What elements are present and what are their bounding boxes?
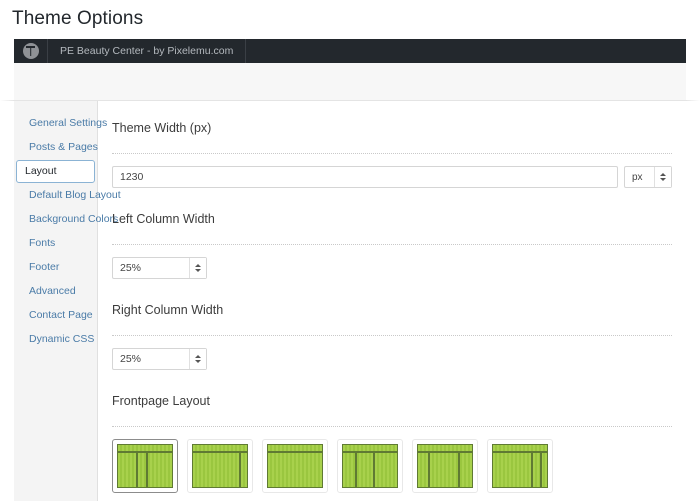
frontpage-layout-layout-option-5[interactable] <box>412 439 478 493</box>
theme-width-input[interactable] <box>112 166 618 188</box>
left-column-width-label: Left Column Width <box>112 212 215 226</box>
wordpress-logo-icon <box>22 43 39 59</box>
layout-preview-icon <box>342 444 398 488</box>
frontpage-layout-layout-option-1[interactable] <box>112 439 178 493</box>
divider <box>112 244 672 245</box>
layout-preview-icon <box>267 444 323 488</box>
field-frontpage-layout: Frontpage Layout <box>112 394 672 493</box>
stepper-arrows-icon[interactable] <box>189 349 206 369</box>
stepper-arrows-icon[interactable] <box>654 167 671 187</box>
sidebar-item-dynamic-css[interactable]: Dynamic CSS <box>18 328 94 351</box>
divider <box>112 335 672 336</box>
frontpage-layout-layout-option-3[interactable] <box>262 439 328 493</box>
field-theme-width: Theme Width (px) px <box>112 121 672 188</box>
sidebar-item-footer[interactable]: Footer <box>18 256 93 279</box>
sidebar-item-background-colors[interactable]: Background Colors <box>18 208 118 231</box>
layout-preview-icon <box>417 444 473 488</box>
right-column-width-select[interactable]: 25% <box>112 348 207 370</box>
adminbar-site-name[interactable]: PE Beauty Center - by Pixelemu.com <box>48 39 247 63</box>
select-value: 25% <box>120 353 142 365</box>
divider <box>112 153 672 154</box>
sidebar-item-fonts[interactable]: Fonts <box>18 232 93 255</box>
theme-width-unit-select[interactable]: px <box>624 166 672 188</box>
frontpage-layout-options <box>112 439 672 493</box>
toolbar-strip <box>0 63 700 101</box>
layout-preview-icon <box>117 444 173 488</box>
admin-bar: PE Beauty Center - by Pixelemu.com <box>0 39 700 63</box>
layout-preview-icon <box>492 444 548 488</box>
frontpage-layout-layout-option-2[interactable] <box>187 439 253 493</box>
sidebar-item-default-blog-layout[interactable]: Default Blog Layout <box>18 184 121 207</box>
theme-width-label: Theme Width (px) <box>112 121 212 135</box>
sidebar-item-layout[interactable]: Layout <box>16 160 95 183</box>
field-left-column-width: Left Column Width 25% <box>112 212 672 279</box>
unit-value: px <box>632 171 643 183</box>
sidebar-item-posts-pages[interactable]: Posts & Pages <box>18 136 98 159</box>
divider <box>112 426 672 427</box>
frontpage-layout-layout-option-4[interactable] <box>337 439 403 493</box>
frontpage-layout-layout-option-6[interactable] <box>487 439 553 493</box>
layout-preview-icon <box>192 444 248 488</box>
sidebar-item-contact-page[interactable]: Contact Page <box>18 304 93 327</box>
options-content: Theme Width (px) px Left Column Width 25… <box>98 101 686 501</box>
sidebar-item-advanced[interactable]: Advanced <box>18 280 93 303</box>
select-value: 25% <box>120 262 142 274</box>
page-title: Theme Options <box>12 8 144 29</box>
adminbar-logo[interactable] <box>14 39 48 63</box>
left-column-width-select[interactable]: 25% <box>112 257 207 279</box>
field-right-column-width: Right Column Width 25% <box>112 303 672 370</box>
stepper-arrows-icon[interactable] <box>189 258 206 278</box>
frontpage-layout-label: Frontpage Layout <box>112 394 210 408</box>
right-column-width-label: Right Column Width <box>112 303 224 317</box>
sidebar-nav: General Settings Posts & Pages Layout Defau… <box>14 101 121 501</box>
sidebar-item-general-settings[interactable]: General Settings <box>18 112 107 135</box>
options-panel: General Settings Posts & Pages Layout Defau… <box>14 101 686 501</box>
